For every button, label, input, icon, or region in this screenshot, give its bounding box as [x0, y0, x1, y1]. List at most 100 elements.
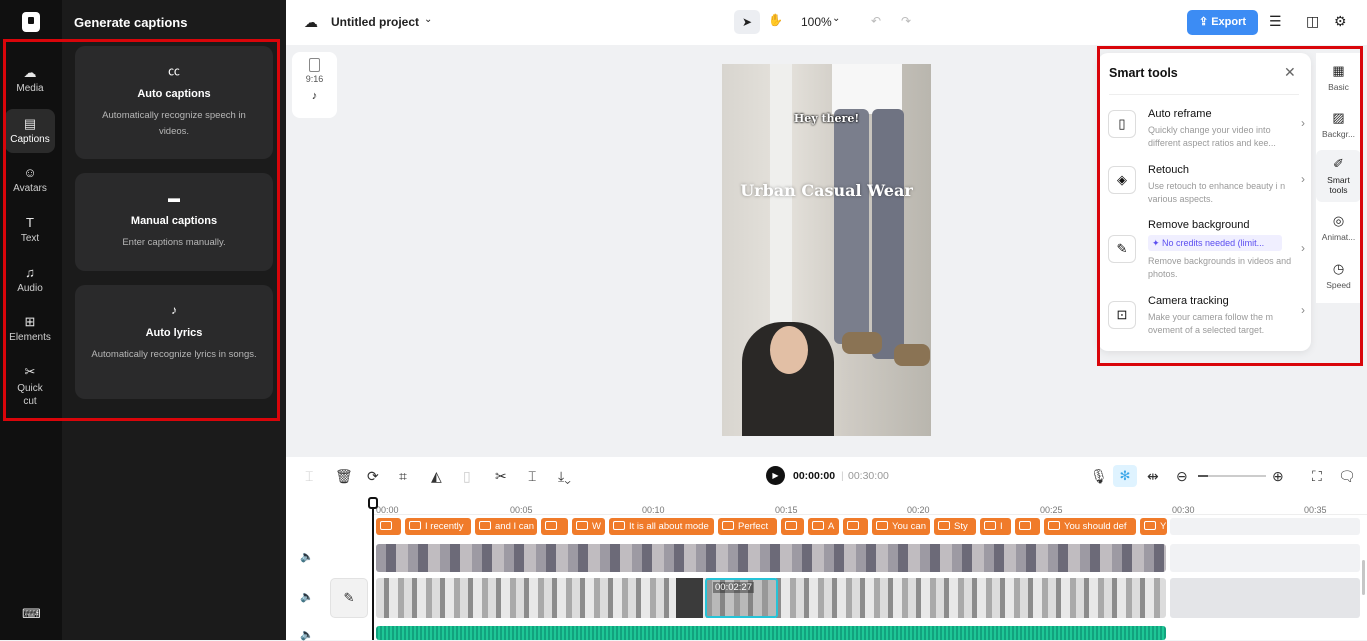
- scissors-icon[interactable]: ✂: [495, 468, 507, 485]
- caption-clip-icon: [847, 521, 859, 530]
- zoom-chevron-icon[interactable]: ⌄: [832, 13, 840, 24]
- download-icon[interactable]: ⤓⌄: [558, 468, 571, 485]
- zoom-out-icon[interactable]: ⊖: [1176, 468, 1188, 485]
- scrollbar[interactable]: [1362, 560, 1365, 595]
- keyboard-icon: ⌨: [22, 606, 41, 621]
- redo-icon[interactable]: ↷: [901, 14, 911, 28]
- total-time: 00:30:00: [848, 470, 889, 482]
- avatar-track-empty: [1170, 544, 1360, 572]
- caption-clip[interactable]: W: [572, 518, 605, 535]
- export-button[interactable]: ⇪ Export: [1187, 10, 1258, 35]
- time-separator: |: [841, 470, 844, 482]
- caption-clip-icon: [812, 521, 824, 530]
- caption-clip[interactable]: Perfect: [718, 518, 777, 535]
- trim-icon[interactable]: ⌶: [528, 468, 536, 485]
- layout-icon[interactable]: ◫: [1306, 13, 1319, 30]
- pipe-decoration: [770, 64, 792, 364]
- avatar-video-track[interactable]: [376, 544, 1166, 572]
- leg-right: [872, 109, 904, 359]
- keyboard-shortcuts-button[interactable]: ⌨: [5, 606, 55, 624]
- layers-icon[interactable]: ☰: [1269, 13, 1282, 30]
- caption-clip-icon: [380, 521, 392, 530]
- caption-clip[interactable]: [376, 518, 401, 535]
- undo-icon[interactable]: ↶: [871, 14, 881, 28]
- caption-clip[interactable]: Sty: [934, 518, 976, 535]
- avatar-face: [770, 326, 808, 374]
- caption-clip-icon: [1019, 521, 1031, 530]
- shirt-shape: [832, 64, 902, 114]
- replace-icon[interactable]: ⟳: [367, 468, 379, 485]
- caption-clip[interactable]: It is all about mode: [609, 518, 714, 535]
- caption-clip[interactable]: You should def: [1044, 518, 1136, 535]
- dark-clip-segment: [676, 578, 703, 618]
- aspect-ratio-card[interactable]: 9:16 ♪: [292, 52, 337, 118]
- zoom-in-icon[interactable]: ⊕: [1272, 468, 1284, 485]
- auto-snap-icon[interactable]: ✻: [1113, 465, 1137, 487]
- tiktok-icon: ♪: [311, 90, 318, 102]
- caption-clip[interactable]: I: [980, 518, 1011, 535]
- volume-icon[interactable]: 🔈: [300, 628, 314, 641]
- caption-clip-icon: [785, 521, 797, 530]
- caption-clip-icon: [938, 521, 950, 530]
- caption-clip-icon: [545, 521, 557, 530]
- caption-clip[interactable]: [781, 518, 804, 535]
- hand-tool-icon[interactable]: ✋: [768, 13, 783, 27]
- crop-icon[interactable]: ⌗: [399, 468, 407, 485]
- caption-clip-icon: [576, 521, 588, 530]
- video-track-empty: [1170, 578, 1360, 618]
- app-logo-icon[interactable]: [22, 12, 40, 32]
- fit-icon[interactable]: ⛶: [1312, 468, 1322, 485]
- zoom-slider[interactable]: [1198, 475, 1266, 477]
- leg-left: [834, 109, 869, 344]
- zoom-select[interactable]: 100%: [801, 15, 832, 29]
- project-name[interactable]: Untitled project: [331, 15, 419, 29]
- settings-icon[interactable]: ⚙: [1334, 13, 1347, 30]
- audio-track[interactable]: [376, 626, 1166, 640]
- cloud-save-icon[interactable]: ☁: [304, 14, 318, 31]
- caption-clip[interactable]: You can: [872, 518, 930, 535]
- playhead[interactable]: [372, 497, 374, 640]
- freeze-icon[interactable]: ▯: [463, 468, 471, 485]
- selected-clip[interactable]: 00:02:27: [705, 578, 778, 618]
- caption-clip[interactable]: Y: [1140, 518, 1167, 535]
- panel-title: Generate captions: [74, 15, 188, 30]
- chevron-down-icon[interactable]: ⌄: [424, 14, 432, 25]
- highlight-box-left: [3, 39, 280, 421]
- volume-icon[interactable]: 🔈: [300, 590, 314, 603]
- pencil-icon: ✎: [343, 590, 355, 605]
- video-preview[interactable]: Hey there! Urban Casual Wear: [722, 64, 931, 436]
- top-bar: ☁ Untitled project ⌄ ➤ ✋ 100% ⌄ ↶ ↷ ⇪ Ex…: [286, 0, 1367, 45]
- phone-icon: [309, 58, 320, 72]
- caption-clip-icon: [1048, 521, 1060, 530]
- caption-clip[interactable]: and I can: [475, 518, 537, 535]
- edit-cover-button[interactable]: ✎: [330, 578, 368, 618]
- clip-duration: 00:02:27: [713, 582, 754, 593]
- highlight-box-right: [1097, 46, 1363, 366]
- caption-clip-icon: [876, 521, 888, 530]
- caption-clip[interactable]: A: [808, 518, 839, 535]
- aspect-ratio-label: 9:16: [305, 74, 324, 84]
- caption-text[interactable]: Hey there!: [722, 112, 931, 125]
- caption-clip[interactable]: [843, 518, 868, 535]
- split-icon[interactable]: ⌶: [305, 468, 313, 485]
- shoe-right: [894, 344, 930, 366]
- play-button[interactable]: ▶: [766, 466, 785, 485]
- caption-clip-icon: [479, 521, 491, 530]
- delete-icon[interactable]: 🗑: [335, 468, 353, 485]
- caption-clip-icon: [613, 521, 625, 530]
- split-view-icon[interactable]: ⇹: [1147, 468, 1159, 485]
- comment-icon[interactable]: 🗨: [1338, 468, 1356, 485]
- caption-clip-icon: [1144, 521, 1156, 530]
- playhead-handle[interactable]: [368, 497, 378, 509]
- microphone-icon[interactable]: 🎙: [1090, 468, 1108, 485]
- current-time: 00:00:00: [793, 470, 836, 482]
- export-icon: ⇪: [1198, 16, 1212, 28]
- volume-icon[interactable]: 🔈: [300, 550, 314, 563]
- caption-clip[interactable]: [541, 518, 568, 535]
- flip-icon[interactable]: ◭: [431, 468, 442, 485]
- title-text[interactable]: Urban Casual Wear: [722, 181, 931, 200]
- caption-clip[interactable]: I recently: [405, 518, 471, 535]
- select-tool-icon[interactable]: ➤: [734, 10, 760, 34]
- caption-clip[interactable]: [1015, 518, 1040, 535]
- caption-clip-icon: [722, 521, 734, 530]
